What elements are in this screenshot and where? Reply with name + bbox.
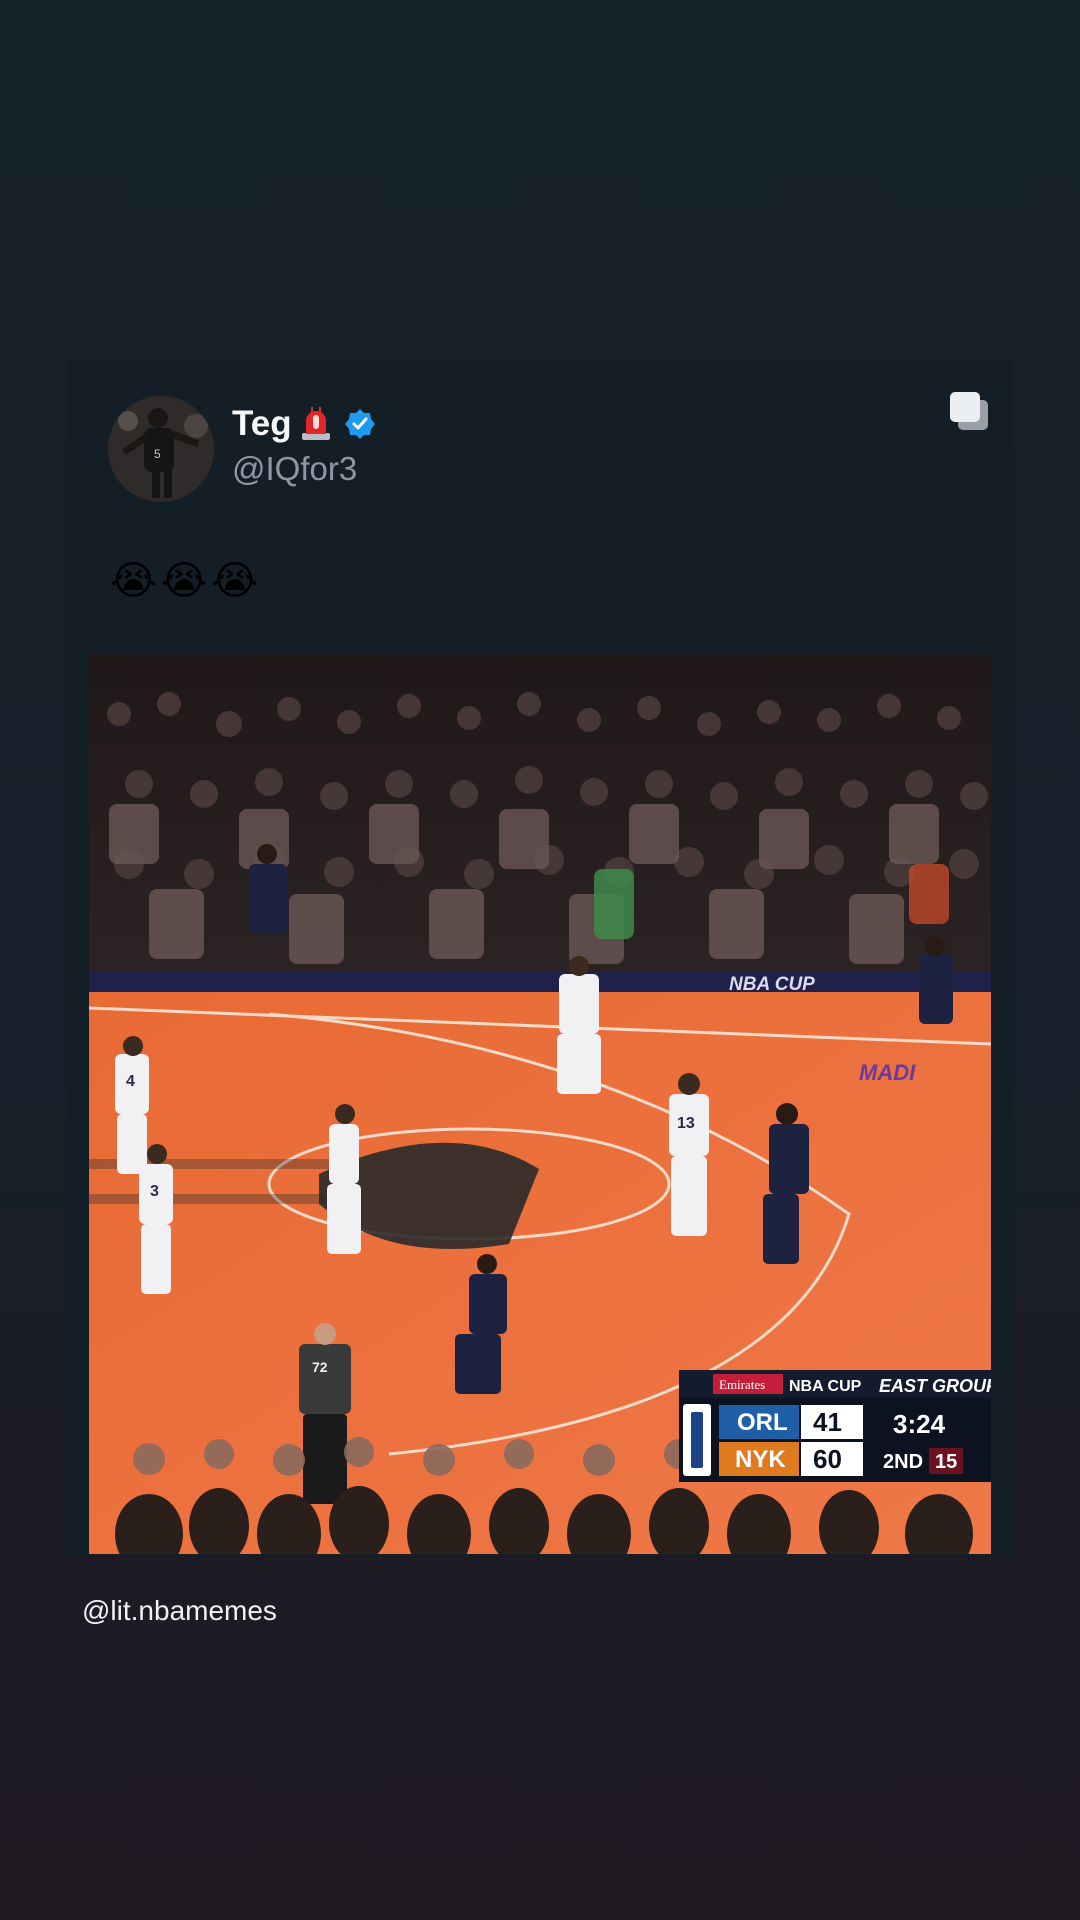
scoreboard-group: EAST GROUP — [879, 1376, 991, 1396]
watermark-handle: @lit.nbamemes — [82, 1595, 277, 1626]
scoreboard-shot-clock: 15 — [935, 1451, 957, 1473]
verified-badge-icon — [344, 409, 375, 439]
scoreboard-sponsor: Emirates — [719, 1377, 765, 1392]
scoreboard-event: NBA CUP — [789, 1378, 862, 1395]
arena-text: MADI — [859, 1060, 916, 1085]
jersey-number: 3 — [150, 1183, 159, 1200]
copy-icon[interactable] — [948, 390, 990, 432]
author-handle[interactable]: @IQfor3 — [232, 450, 357, 488]
video-frame[interactable]: NBA CUP MADI 4 3 13 72 Emirates NBA CUP … — [89, 654, 991, 1554]
jersey-number: 4 — [126, 1073, 135, 1090]
author-display-name[interactable]: Teg — [232, 404, 292, 444]
referee-number: 72 — [312, 1359, 328, 1375]
svg-text:5: 5 — [154, 447, 161, 461]
court-banner: NBA CUP — [729, 974, 815, 995]
profile-avatar[interactable]: 5 — [108, 396, 214, 502]
police-light-icon — [301, 407, 330, 440]
scoreboard-period: 2ND — [883, 1451, 923, 1473]
scoreboard-clock: 3:24 — [893, 1409, 946, 1439]
jersey-number: 13 — [677, 1115, 695, 1132]
scoreboard-team2: NYK — [735, 1446, 786, 1473]
scoreboard-score2: 60 — [813, 1444, 842, 1474]
tweet-text: 😭😭😭 — [110, 559, 263, 603]
scoreboard: Emirates NBA CUP EAST GROUP ORL 41 NYK 6… — [679, 1370, 991, 1482]
scoreboard-team1: ORL — [737, 1409, 788, 1436]
basketball-court-scene: NBA CUP MADI 4 3 13 72 Emirates NBA CUP … — [89, 654, 991, 1554]
author-name-row[interactable]: Teg — [232, 404, 376, 444]
scoreboard-score1: 41 — [813, 1407, 842, 1437]
